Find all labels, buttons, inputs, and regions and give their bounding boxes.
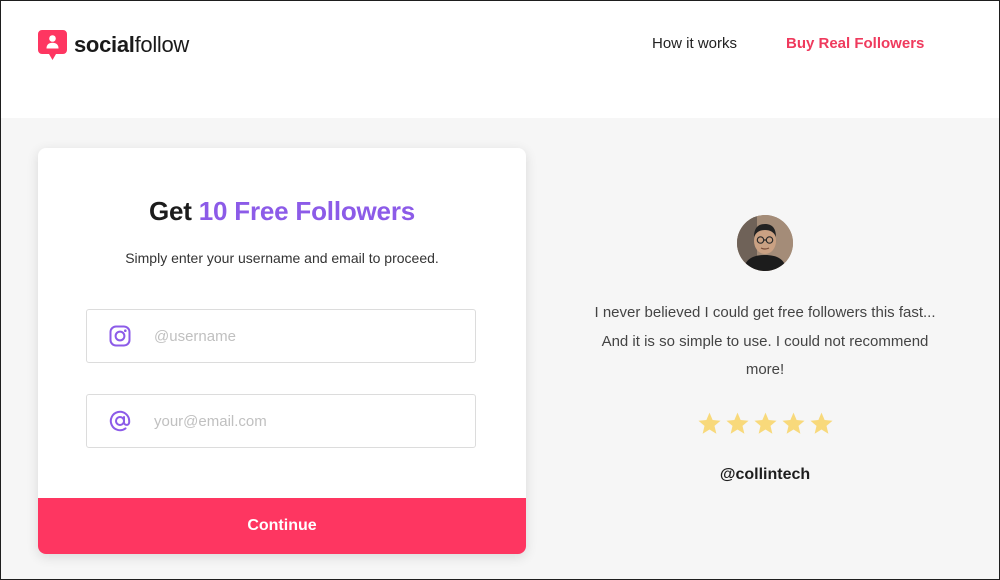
star-icon [782, 412, 805, 434]
email-field[interactable] [86, 394, 476, 448]
star-icon [810, 412, 833, 434]
free-followers-form-card: Get 10 Free Followers Simply enter your … [38, 148, 526, 554]
rating-stars [697, 411, 837, 437]
logo-wordmark: socialfollow [74, 34, 189, 56]
logo-wordmark-light: follow [134, 32, 190, 57]
username-input[interactable] [154, 321, 475, 351]
card-title-prefix: Get [148, 196, 199, 226]
star-icon [754, 412, 777, 434]
avatar [737, 215, 793, 271]
nav-how-it-works-link[interactable]: How it works [652, 35, 737, 52]
card-subtitle: Simply enter your username and email to … [125, 250, 439, 266]
card-title-accent: 10 Free Followers [198, 196, 415, 226]
card-title: Get 10 Free Followers [38, 196, 526, 227]
star-icon [726, 412, 749, 434]
instagram-icon [109, 325, 131, 347]
email-input[interactable] [154, 406, 475, 436]
testimonial-quote: I never believed I could get free follow… [594, 304, 936, 378]
at-sign-icon [109, 410, 131, 432]
logo-speech-bubble-icon [38, 30, 67, 60]
username-field[interactable] [86, 309, 476, 363]
star-icon [698, 412, 721, 434]
continue-button[interactable]: Continue [38, 498, 526, 554]
testimonial-handle: @collintech [719, 466, 811, 483]
nav-buy-real-followers-link[interactable]: Buy Real Followers [786, 35, 924, 52]
logo-wordmark-bold: social [74, 32, 135, 57]
socialfollow-logo[interactable]: socialfollow [38, 30, 189, 60]
